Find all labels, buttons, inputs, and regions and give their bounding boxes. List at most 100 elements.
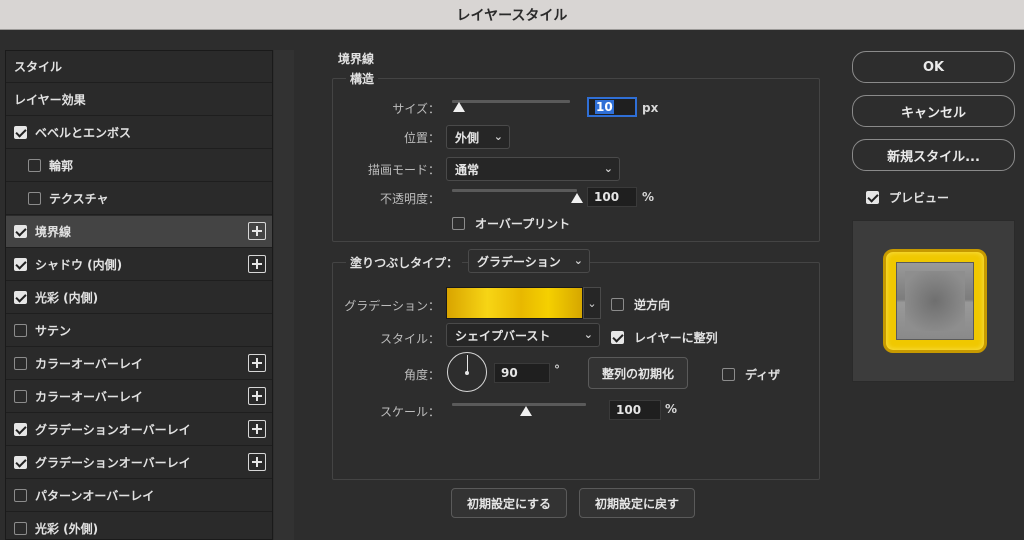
ok-button[interactable]: OK	[852, 51, 1015, 83]
dither-row[interactable]: ディザ	[722, 366, 780, 383]
overprint-row[interactable]: オーバープリント	[452, 215, 570, 232]
size-slider-track[interactable]	[452, 100, 570, 103]
overprint-label: オーバープリント	[475, 217, 571, 231]
effect-checkbox[interactable]	[14, 357, 27, 370]
dither-label: ディザ	[745, 368, 781, 382]
add-effect-icon[interactable]	[248, 420, 266, 438]
effect-label: 光彩 (内側)	[35, 291, 99, 305]
size-value: 10	[595, 100, 614, 114]
angle-input[interactable]: 90	[494, 363, 550, 383]
effect-item[interactable]: テクスチャ	[6, 183, 272, 215]
effect-item[interactable]: ベベルとエンボス	[6, 117, 272, 149]
effects-list-scrollbar[interactable]	[274, 50, 294, 540]
effect-item[interactable]: 境界線	[6, 216, 272, 248]
style-value: シェイプバースト	[455, 328, 551, 343]
effect-checkbox[interactable]	[28, 159, 41, 172]
angle-label: 角度：	[403, 368, 440, 382]
effect-label: スタイル	[14, 60, 63, 74]
effect-item[interactable]: シャドウ (内側)	[6, 249, 272, 281]
add-effect-icon[interactable]	[248, 354, 266, 372]
effect-label: 輪郭	[49, 159, 74, 173]
preview-inner	[896, 262, 974, 340]
effect-item[interactable]: 輪郭	[6, 150, 272, 182]
effect-checkbox[interactable]	[14, 456, 27, 469]
effect-label: レイヤー効果	[14, 93, 86, 107]
effect-label: カラーオーバーレイ	[35, 390, 143, 404]
add-effect-icon[interactable]	[248, 255, 266, 273]
scale-slider-thumb[interactable]	[519, 406, 532, 416]
fill-type-value: グラデーション	[477, 254, 561, 269]
chevron-down-icon: ⌄	[603, 162, 613, 175]
effect-item[interactable]: サテン	[6, 315, 272, 347]
scale-label: スケール：	[379, 405, 440, 419]
style-preview	[852, 220, 1015, 382]
effect-checkbox[interactable]	[28, 192, 41, 205]
chevron-down-icon: ⌄	[573, 254, 583, 267]
effect-label: グラデーションオーバーレイ	[35, 423, 191, 437]
size-unit: px	[642, 101, 659, 115]
make-default-button[interactable]: 初期設定にする	[451, 488, 567, 518]
effect-checkbox[interactable]	[14, 489, 27, 502]
effect-label: ベベルとエンボス	[35, 126, 132, 140]
opacity-slider-thumb[interactable]	[571, 193, 583, 203]
add-effect-icon[interactable]	[248, 453, 266, 471]
effects-list: スタイルレイヤー効果ベベルとエンボス輪郭テクスチャ境界線 シャドウ (内側) 光彩 …	[5, 50, 273, 540]
effect-item[interactable]: スタイル	[6, 51, 272, 83]
size-input[interactable]: 10	[587, 97, 637, 117]
blend-mode-dropdown[interactable]: 通常 ⌄	[446, 157, 620, 181]
opacity-input[interactable]: 100	[587, 187, 637, 207]
gradient-swatch[interactable]	[446, 287, 583, 319]
effect-item[interactable]: カラーオーバーレイ	[6, 381, 272, 413]
blend-mode-value: 通常	[455, 162, 480, 177]
effect-checkbox[interactable]	[14, 423, 27, 436]
align-with-layer-checkbox[interactable]	[611, 331, 624, 344]
reset-to-default-button[interactable]: 初期設定に戻す	[579, 488, 695, 518]
effect-checkbox[interactable]	[14, 390, 27, 403]
window-title: レイヤースタイル	[456, 7, 568, 24]
effect-item[interactable]: パターンオーバーレイ	[6, 480, 272, 512]
preview-row[interactable]: プレビュー	[866, 189, 949, 206]
effect-checkbox[interactable]	[14, 324, 27, 337]
effect-item[interactable]: カラーオーバーレイ	[6, 348, 272, 380]
fill-type-label: 塗りつぶしタイプ：	[346, 254, 463, 271]
dither-checkbox[interactable]	[722, 368, 735, 381]
effect-item[interactable]: グラデーションオーバーレイ	[6, 414, 272, 446]
opacity-label: 不透明度：	[379, 192, 440, 206]
reset-alignment-button[interactable]: 整列の初期化	[588, 357, 688, 389]
cancel-button[interactable]: キャンセル	[852, 95, 1015, 127]
window-titlebar: レイヤースタイル	[0, 0, 1024, 30]
fill-type-dropdown[interactable]: グラデーション ⌄	[468, 249, 590, 273]
effect-label: グラデーションオーバーレイ	[35, 456, 191, 470]
add-effect-icon[interactable]	[248, 387, 266, 405]
new-style-button[interactable]: 新規スタイル...	[852, 139, 1015, 171]
effect-label: 光彩 (外側)	[35, 522, 99, 536]
style-label: スタイル：	[379, 332, 440, 346]
gradient-picker-button[interactable]: ⌄	[583, 287, 601, 319]
angle-dial[interactable]	[447, 352, 487, 392]
opacity-slider-track[interactable]	[452, 189, 577, 192]
effect-item[interactable]: 光彩 (外側)	[6, 513, 272, 540]
reverse-row[interactable]: 逆方向	[611, 296, 670, 313]
effect-item[interactable]: 光彩 (内側)	[6, 282, 272, 314]
blend-mode-label: 描画モード：	[367, 163, 440, 177]
effect-item[interactable]: レイヤー効果	[6, 84, 272, 116]
preview-checkbox[interactable]	[866, 191, 879, 204]
position-value: 外側	[455, 130, 480, 145]
chevron-down-icon: ⌄	[493, 130, 503, 143]
reverse-checkbox[interactable]	[611, 298, 624, 311]
effect-label: テクスチャ	[49, 192, 109, 206]
add-effect-icon[interactable]	[248, 222, 266, 240]
position-dropdown[interactable]: 外側 ⌄	[446, 125, 510, 149]
effect-checkbox[interactable]	[14, 225, 27, 238]
effect-checkbox[interactable]	[14, 258, 27, 271]
overprint-checkbox[interactable]	[452, 217, 465, 230]
effect-checkbox[interactable]	[14, 291, 27, 304]
effect-checkbox[interactable]	[14, 522, 27, 535]
chevron-down-icon: ⌄	[583, 328, 593, 341]
style-dropdown[interactable]: シェイプバースト ⌄	[446, 323, 600, 347]
scale-input[interactable]: 100	[609, 400, 661, 420]
effect-item[interactable]: グラデーションオーバーレイ	[6, 447, 272, 479]
effect-checkbox[interactable]	[14, 126, 27, 139]
align-row[interactable]: レイヤーに整列	[611, 329, 718, 346]
size-slider-thumb[interactable]	[453, 102, 466, 112]
